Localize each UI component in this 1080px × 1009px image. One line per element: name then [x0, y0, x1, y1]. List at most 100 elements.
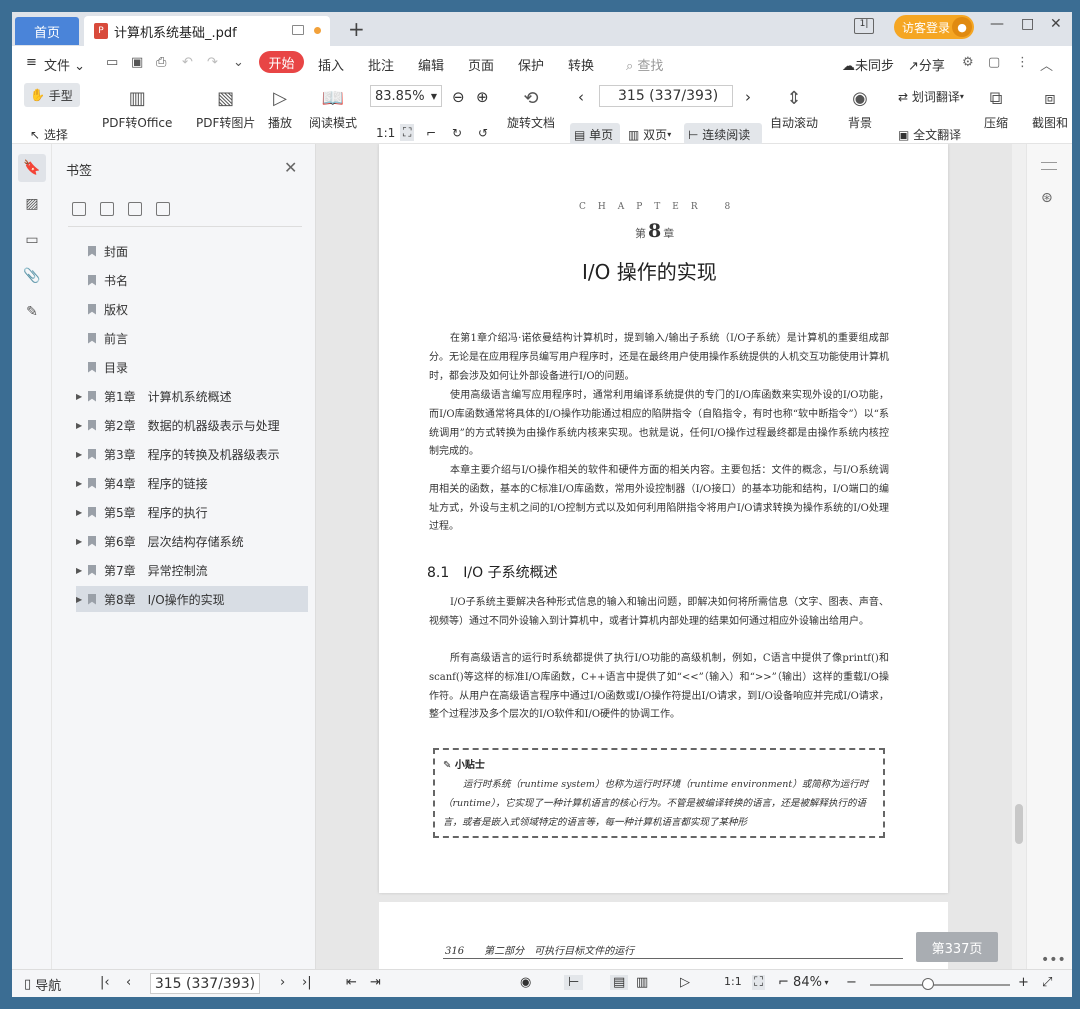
thumbnail-panel-icon[interactable]: ▨ — [22, 194, 42, 214]
menu-annotate[interactable]: 批注 — [368, 55, 394, 74]
prev-page-status-icon[interactable]: ‹ — [126, 975, 131, 990]
menu-file[interactable]: 文件 ⌄ — [44, 55, 85, 74]
double-status-icon[interactable]: ▥ — [636, 975, 648, 990]
next-page-icon[interactable]: › — [745, 88, 751, 106]
expand-arrow-icon[interactable]: ▶ — [76, 450, 88, 459]
compress-button[interactable]: ⧉ 压缩 — [984, 86, 1008, 131]
fullscreen-icon[interactable]: ⤢ — [1042, 975, 1052, 990]
signature-icon[interactable]: ✎ — [22, 302, 42, 322]
expand-arrow-icon[interactable]: ▶ — [76, 566, 88, 575]
expand-arrow-icon[interactable]: ▶ — [76, 479, 88, 488]
bookmark-item[interactable]: ▶ 第2章 数据的机器级表示与处理 — [76, 412, 308, 438]
hamburger-icon[interactable]: ≡ — [26, 55, 37, 70]
forward-icon[interactable]: ⇥ — [370, 975, 381, 990]
actual-size-status-icon[interactable]: 1:1 — [724, 975, 742, 988]
sync-status[interactable]: ☁未同步 — [842, 55, 894, 74]
hand-tool-button[interactable]: ✋ 手型 — [24, 83, 80, 107]
fit-page-status-icon[interactable]: ⛶ — [752, 975, 766, 990]
menu-page[interactable]: 页面 — [468, 55, 494, 74]
add-sub-bookmark-icon[interactable] — [128, 202, 142, 216]
read-mode-button[interactable]: 📖 阅读模式 — [309, 86, 357, 131]
more-horizontal-icon[interactable]: ••• — [1041, 952, 1066, 968]
eye-protect-icon[interactable]: ◉ — [520, 975, 531, 990]
menu-convert[interactable]: 转换 — [568, 55, 594, 74]
zoom-slider[interactable] — [870, 978, 1010, 990]
double-page-button[interactable]: ▥ 双页 ▾ — [628, 126, 671, 143]
zoom-select-status[interactable]: ⌐ 84% ▾ — [778, 975, 829, 990]
attachment-icon[interactable]: 📎 — [22, 266, 42, 286]
expand-arrow-icon[interactable]: ▶ — [76, 537, 88, 546]
search-document-icon[interactable]: ⊛ — [1041, 190, 1053, 206]
delete-bookmark-icon[interactable] — [100, 202, 114, 216]
auto-scroll-button[interactable]: ⇕ 自动滚动 — [770, 86, 818, 131]
share-button[interactable]: ↗分享 — [908, 55, 945, 74]
more-dropdown-icon[interactable]: ⌄ — [233, 55, 244, 70]
vertical-scrollbar[interactable] — [1012, 144, 1026, 969]
maximize-icon[interactable]: □ — [1021, 16, 1034, 32]
bookmark-item[interactable]: ▶ 第7章 异常控制流 — [76, 557, 308, 583]
comment-icon[interactable]: ▢ — [988, 55, 1000, 70]
close-sidebar-icon[interactable]: ✕ — [284, 158, 297, 177]
bookmark-item[interactable]: ▶ 第3章 程序的转换及机器级表示 — [76, 441, 308, 467]
bookmark-item[interactable]: ▶ 第4章 程序的链接 — [76, 470, 308, 496]
zoom-slider-knob[interactable] — [922, 978, 934, 990]
last-page-icon[interactable]: ›| — [302, 975, 312, 990]
comment-panel-icon[interactable]: ▭ — [22, 230, 42, 250]
rotate-right-icon[interactable]: ↺ — [478, 126, 488, 140]
window-layout-icon[interactable]: 1| — [854, 18, 874, 34]
bookmark-item[interactable]: ▶ 第5章 程序的执行 — [76, 499, 308, 525]
close-window-icon[interactable]: ✕ — [1050, 16, 1062, 32]
minimize-icon[interactable]: — — [990, 16, 1004, 32]
bookmark-item[interactable]: 版权 — [76, 296, 308, 322]
bookmark-item[interactable]: 封面 — [76, 238, 308, 264]
prev-page-icon[interactable]: ‹ — [578, 88, 584, 106]
next-page-status-icon[interactable]: › — [280, 975, 285, 990]
bookmark-item[interactable]: ▶ 第1章 计算机系统概述 — [76, 383, 308, 409]
actual-size-icon[interactable]: 1:1 — [376, 126, 395, 140]
print-icon[interactable]: ⎙ — [156, 55, 166, 70]
menu-edit[interactable]: 编辑 — [418, 55, 444, 74]
redo-icon[interactable]: ↷ — [207, 55, 218, 70]
fit-width-icon[interactable]: ⌐ — [426, 126, 436, 140]
play-status-icon[interactable]: ▷ — [680, 975, 690, 990]
play-button[interactable]: ▷ 播放 — [268, 86, 292, 131]
nav-toggle[interactable]: ▯ 导航 — [24, 975, 61, 994]
menu-protect[interactable]: 保护 — [518, 55, 544, 74]
pdf-to-image-button[interactable]: ▧ PDF转图片 — [196, 86, 255, 131]
collapse-ribbon-icon[interactable]: ︿ — [1040, 55, 1053, 74]
expand-arrow-icon[interactable]: ▶ — [76, 508, 88, 517]
zoom-out-status-icon[interactable]: − — [846, 975, 857, 990]
tab-document[interactable]: P 计算机系统基础_.pdf — [84, 16, 330, 46]
zoom-out-icon[interactable]: ⊖ — [452, 88, 465, 106]
pdf-to-office-button[interactable]: ▥ PDF转Office — [102, 86, 172, 131]
expand-arrow-icon[interactable]: ▶ — [76, 421, 88, 430]
monitor-icon[interactable] — [292, 25, 304, 35]
bookmark-item[interactable]: ▶ 第8章 I/O操作的实现 — [76, 586, 308, 612]
screenshot-button[interactable]: ⧈ 截图和 — [1032, 86, 1068, 131]
first-page-icon[interactable]: |‹ — [100, 975, 110, 990]
open-folder-icon[interactable]: ▭ — [106, 55, 118, 70]
undo-icon[interactable]: ↶ — [182, 55, 193, 70]
status-page-input[interactable]: 315 (337/393) — [150, 973, 260, 994]
settings-gear-icon[interactable]: ⚙ — [962, 55, 974, 70]
menu-insert[interactable]: 插入 — [318, 55, 344, 74]
back-icon[interactable]: ⇤ — [346, 975, 357, 990]
rotate-document-button[interactable]: ⟲ 旋转文档 — [507, 86, 555, 131]
guest-login-button[interactable]: 访客登录 ● — [894, 15, 974, 39]
save-icon[interactable]: ▣ — [131, 55, 143, 70]
menu-lines-icon[interactable] — [1041, 162, 1057, 170]
continuous-status-icon[interactable]: ⊢ — [564, 975, 584, 990]
new-tab-plus-icon[interactable]: + — [348, 17, 365, 41]
full-translate-button[interactable]: ▣ 全文翻译 — [898, 126, 961, 143]
zoom-select[interactable]: 83.85% ▼ — [370, 85, 442, 107]
page-number-input[interactable]: 315 (337/393) — [599, 85, 733, 107]
background-button[interactable]: ◉ 背景 — [848, 86, 872, 131]
rotate-left-icon[interactable]: ↻ — [452, 126, 462, 140]
select-tool-button[interactable]: ↖ 选择 — [30, 126, 68, 143]
search-box[interactable]: ⌕ 查找 — [626, 55, 663, 74]
zoom-in-icon[interactable]: ⊕ — [476, 88, 489, 106]
bookmark-item[interactable]: 目录 — [76, 354, 308, 380]
more-vertical-icon[interactable]: ⋮ — [1016, 55, 1029, 70]
bookmark-item[interactable]: 书名 — [76, 267, 308, 293]
fit-page-icon[interactable]: ⛶ — [400, 124, 415, 141]
